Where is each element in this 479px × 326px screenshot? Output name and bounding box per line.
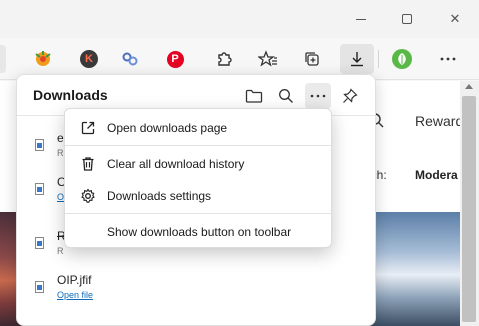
extensions-button[interactable] [210, 45, 238, 73]
extension-sq-button[interactable] [29, 45, 57, 73]
menu-item-label: Downloads settings [107, 189, 212, 203]
tab-edge-partial[interactable]: s [0, 45, 6, 73]
close-icon: ✕ [449, 11, 461, 26]
favorites-button[interactable] [254, 45, 282, 73]
pin-icon [343, 88, 358, 103]
minimize-icon [356, 18, 366, 20]
open-downloads-folder-button[interactable] [241, 83, 267, 109]
download-item[interactable]: OIP.jfif Open file [17, 271, 375, 311]
image-file-icon [35, 281, 44, 293]
downloads-context-menu: Open downloads page Clear all download h… [64, 108, 332, 248]
downloads-button[interactable] [340, 44, 374, 74]
maximize-icon [402, 14, 412, 24]
download-open-file-link[interactable]: O [57, 192, 64, 202]
maximize-button[interactable] [384, 0, 430, 38]
pinterest-icon: P [166, 50, 184, 68]
search-icon [279, 89, 293, 103]
close-window-button[interactable]: ✕ [432, 0, 478, 38]
menu-divider [65, 213, 331, 214]
trash-icon [79, 155, 97, 173]
collections-button[interactable] [298, 45, 326, 73]
link-extension-button[interactable] [116, 45, 144, 73]
search-downloads-button[interactable] [273, 83, 299, 109]
menu-item-label: Show downloads button on toolbar [107, 225, 292, 239]
menu-item-downloads-settings[interactable]: Downloads settings [65, 181, 331, 211]
extension-sq-icon [35, 51, 51, 66]
collections-icon [305, 52, 319, 66]
extensions-icon [218, 52, 232, 66]
menu-item-clear-history[interactable]: Clear all download history [65, 149, 331, 179]
downloads-icon [351, 52, 363, 67]
download-status: R [57, 246, 64, 256]
gear-icon [79, 187, 97, 205]
image-file-icon [35, 183, 44, 195]
leaf-extension-button[interactable] [388, 45, 416, 73]
minimize-button[interactable] [338, 0, 384, 38]
menu-item-label: Clear all download history [107, 157, 245, 171]
favorites-icon [258, 50, 277, 67]
download-file-name: OIP.jfif [57, 273, 92, 287]
pinterest-button[interactable]: P [161, 45, 189, 73]
more-icon [310, 94, 326, 98]
folder-icon [245, 89, 263, 103]
result-image-mountain[interactable] [364, 212, 460, 326]
link-extension-icon [122, 52, 138, 66]
flyout-title: Downloads [33, 87, 108, 103]
extension-k-icon: K [80, 50, 98, 68]
leaf-extension-icon [392, 49, 412, 69]
menu-item-label: Open downloads page [107, 121, 228, 135]
image-file-icon [35, 139, 44, 151]
downloads-more-options-button[interactable] [305, 83, 331, 109]
menu-divider [65, 145, 331, 146]
download-status: R [57, 148, 64, 158]
scrollbar-thumb[interactable] [462, 96, 476, 322]
rewards-link[interactable]: Reward [415, 113, 463, 129]
scroll-up-arrow-icon[interactable] [465, 84, 473, 89]
menu-item-show-downloads-button[interactable]: Show downloads button on toolbar [65, 217, 331, 247]
download-file-name: e [57, 131, 64, 145]
pin-downloads-button[interactable] [337, 83, 363, 109]
safe-search-value[interactable]: Modera [415, 168, 458, 182]
open-external-icon [79, 119, 97, 137]
menu-item-open-downloads-page[interactable]: Open downloads page [65, 113, 331, 143]
download-open-file-link[interactable]: Open file [57, 290, 93, 300]
extension-k-button[interactable]: K [75, 45, 103, 73]
image-file-icon [35, 237, 44, 249]
more-icon [440, 57, 456, 61]
toolbar-divider [378, 50, 379, 68]
title-bar: ✕ [0, 0, 479, 38]
more-options-button[interactable] [434, 45, 462, 73]
